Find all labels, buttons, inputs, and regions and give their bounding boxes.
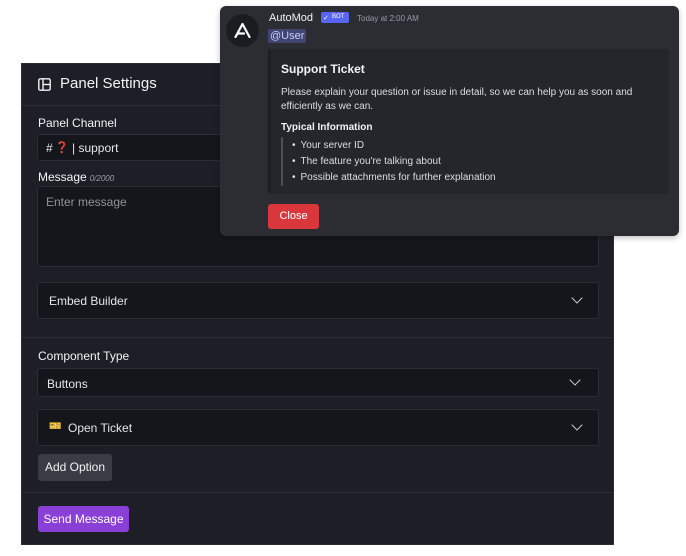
option-label: Open Ticket — [68, 421, 133, 435]
divider — [22, 492, 613, 493]
ticket-icon: 🎫 — [49, 421, 62, 432]
component-type-label: Component Type — [38, 349, 130, 363]
send-message-button[interactable]: Send Message — [38, 506, 129, 532]
list-item: Your server ID — [292, 140, 365, 151]
embed-builder-toggle[interactable]: Embed Builder — [37, 282, 599, 319]
panel-icon — [38, 78, 51, 91]
embed: Support Ticket Please explain your quest… — [268, 49, 669, 194]
channel-name: | support — [72, 141, 119, 155]
embed-title: Support Ticket — [281, 62, 365, 76]
message-placeholder: Enter message — [46, 195, 127, 209]
bot-badge-label: BOT — [332, 14, 345, 20]
message-label-text: Message — [38, 170, 87, 184]
panel-channel-label: Panel Channel — [38, 116, 117, 130]
embed-builder-label: Embed Builder — [49, 294, 128, 308]
channel-hash: # — [46, 141, 53, 155]
message-count: 0/2000 — [89, 174, 115, 183]
message-label: Message 0/2000 — [38, 170, 114, 184]
message-preview: AutoMod ✓ BOT Today at 2:00 AM @User Sup… — [220, 6, 679, 236]
embed-field-name: Typical Information — [281, 122, 373, 133]
panel-title: Panel Settings — [60, 75, 157, 92]
chevron-down-icon — [569, 374, 581, 386]
chevron-down-icon — [571, 292, 583, 304]
question-icon: ❓ — [55, 142, 69, 154]
bot-badge: ✓ BOT — [321, 12, 349, 23]
add-option-button[interactable]: Add Option — [38, 454, 112, 481]
list-item: Possible attachments for further explana… — [292, 172, 496, 183]
bot-name: AutoMod — [269, 12, 314, 24]
component-type-select[interactable]: Buttons — [37, 368, 599, 397]
automod-logo — [234, 23, 251, 38]
quote-bar — [281, 137, 283, 186]
check-icon: ✓ — [323, 15, 329, 22]
chevron-down-icon — [571, 419, 583, 431]
close-button[interactable]: Close — [268, 204, 319, 229]
divider — [22, 337, 613, 338]
option-open-ticket[interactable]: 🎫 Open Ticket — [37, 409, 599, 446]
user-mention[interactable]: @User — [268, 29, 307, 43]
component-type-value: Buttons — [47, 377, 88, 391]
embed-color-bar — [268, 49, 271, 194]
embed-description: Please explain your question or issue in… — [281, 87, 633, 112]
list-item: The feature you're talking about — [292, 156, 441, 167]
timestamp: Today at 2:00 AM — [357, 14, 419, 23]
avatar — [226, 14, 259, 47]
